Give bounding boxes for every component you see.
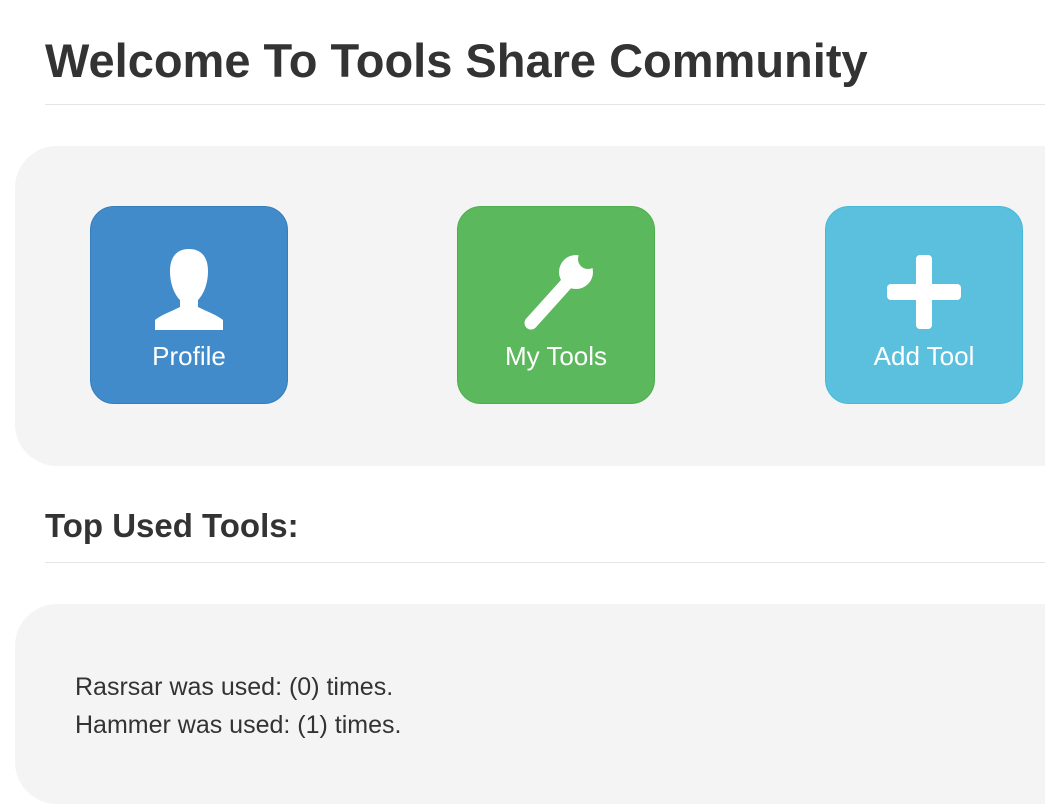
- title-divider: [45, 104, 1045, 105]
- usage-item: Rasrsar was used: (0) times.: [75, 673, 394, 701]
- user-icon: [155, 249, 223, 330]
- wrench-icon: [524, 249, 598, 330]
- add-tool-label: Add Tool: [873, 341, 975, 371]
- section-divider: [45, 562, 1045, 563]
- usage-item: Hammer was used: (1) times.: [75, 711, 402, 739]
- actions-panel: Profile My Tools Add Tool: [15, 146, 1045, 466]
- usage-list: Rasrsar was used: (0) times. Hammer was …: [75, 668, 401, 744]
- my-tools-label: My Tools: [504, 341, 608, 371]
- top-used-heading: Top Used Tools:: [45, 507, 299, 544]
- profile-label: Profile: [152, 341, 226, 371]
- my-tools-button[interactable]: My Tools: [457, 206, 655, 404]
- profile-button[interactable]: Profile: [90, 206, 288, 404]
- top-used-panel: Rasrsar was used: (0) times. Hammer was …: [15, 604, 1045, 804]
- page-title: Welcome To Tools Share Community: [45, 34, 868, 87]
- plus-icon: [887, 255, 961, 329]
- add-tool-button[interactable]: Add Tool: [825, 206, 1023, 404]
